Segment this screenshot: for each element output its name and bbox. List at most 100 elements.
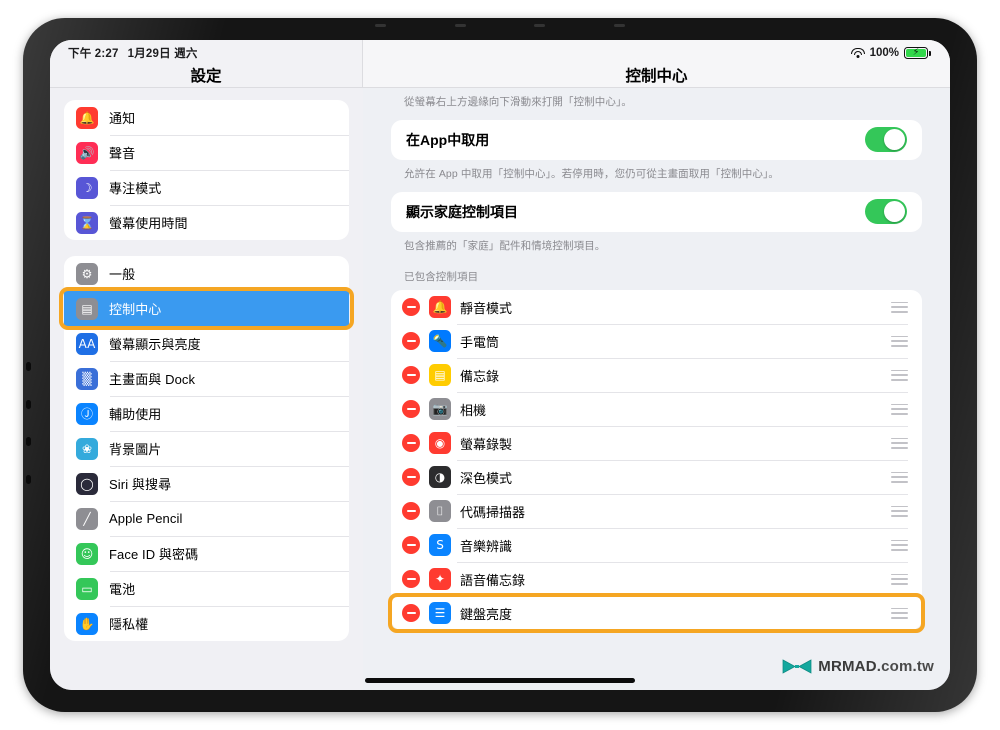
control-item-voice-memos[interactable]: ✦ 語音備忘錄: [391, 562, 922, 596]
control-center-detail-pane: 控制中心 從螢幕右上方邊緣向下滑動來打開「控制中心」。 在App中取用 允許在 A…: [363, 40, 950, 690]
control-item-screen-recording[interactable]: ◉ 螢幕錄製: [391, 426, 922, 460]
top-microphone-dots: [375, 22, 625, 28]
sidebar-item-screen-time[interactable]: ⌛ 螢幕使用時間: [64, 205, 349, 240]
apple-pencil-icon: ╱: [76, 507, 98, 530]
control-item-label: 音樂辨識: [460, 538, 513, 554]
remove-control-button[interactable]: [402, 298, 420, 317]
sidebar-item-battery-settings[interactable]: ▭ 電池: [64, 571, 349, 606]
sidebar-item-focus[interactable]: ☽ 專注模式: [64, 170, 349, 205]
focus-icon: ☽: [76, 176, 98, 199]
sidebar-item-label: Siri 與搜尋: [109, 477, 172, 492]
display-brightness-icon: AA: [76, 332, 98, 355]
silent-mode-icon: 🔔: [429, 296, 451, 319]
sidebar-item-label: 通知: [109, 111, 136, 126]
reorder-drag-handle[interactable]: [891, 573, 908, 585]
sidebar-item-label: 背景圖片: [109, 442, 162, 457]
status-bar-right: 100% ⚡: [850, 47, 931, 59]
reorder-drag-handle[interactable]: [891, 505, 908, 517]
setting-card-1: 顯示家庭控制項目: [391, 191, 922, 232]
sidebar-item-label: Face ID 與密碼: [109, 547, 199, 562]
setting-label: 顯示家庭控制項目: [406, 203, 518, 220]
notes-icon: ▤: [429, 364, 451, 387]
setting-toggle-switch[interactable]: [865, 127, 907, 153]
sidebar-item-accessibility[interactable]: Ⓙ 輔助使用: [64, 396, 349, 431]
sidebar-item-label: 專注模式: [109, 181, 162, 196]
watermark-text: MRMAD.com.tw: [818, 658, 934, 675]
home-screen-dock-icon: ▒: [76, 367, 98, 390]
setting-card-0: 在App中取用: [391, 119, 922, 160]
battery-percent-label: 100%: [869, 47, 899, 59]
sidebar-item-wallpaper[interactable]: ❀ 背景圖片: [64, 431, 349, 466]
remove-control-button[interactable]: [402, 536, 420, 555]
intro-note: 從螢幕右上方邊緣向下滑動來打開「控制中心」。: [404, 96, 632, 108]
control-item-label: 螢幕錄製: [460, 436, 513, 452]
sidebar-item-control-center[interactable]: ▤ 控制中心: [64, 291, 349, 326]
notifications-icon: 🔔: [76, 106, 98, 129]
control-item-shazam[interactable]: S 音樂辨識: [391, 528, 922, 562]
sidebar-item-label: 主畫面與 Dock: [109, 372, 196, 387]
sidebar-scroll-area[interactable]: 🔔 通知 🔊 聲音 ☽ 專注模式 ⌛ 螢幕使用時間 ⚙ 一般 ▤ 控制中心 AA 螢幕顯示與亮度 ▒ 主畫面與…: [50, 88, 363, 668]
sidebar-item-privacy[interactable]: ✋ 隱私權: [64, 606, 349, 641]
control-center-settings-list: 在App中取用 允許在 App 中取用「控制中心」。若停用時，您仍可從主畫面取用「…: [391, 119, 922, 264]
sidebar-item-notifications[interactable]: 🔔 通知: [64, 100, 349, 135]
ipad-screen: 設定 🔔 通知 🔊 聲音 ☽ 專注模式 ⌛ 螢幕使用時間 ⚙ 一般 ▤ 控制中心 AA 螢幕顯示與亮度 ▒ 主…: [50, 40, 950, 690]
remove-control-button[interactable]: [402, 366, 420, 385]
control-item-code-scanner[interactable]: ⌷ 代碼掃描器: [391, 494, 922, 528]
sidebar-item-home-screen-dock[interactable]: ▒ 主畫面與 Dock: [64, 361, 349, 396]
remove-control-button[interactable]: [402, 434, 420, 453]
remove-control-button[interactable]: [402, 570, 420, 589]
remove-control-button[interactable]: [402, 400, 420, 419]
sidebar-item-display-brightness[interactable]: AA 螢幕顯示與亮度: [64, 326, 349, 361]
control-item-label: 深色模式: [460, 470, 513, 486]
reorder-drag-handle[interactable]: [891, 369, 908, 381]
remove-control-button[interactable]: [402, 468, 420, 487]
reorder-drag-handle[interactable]: [891, 607, 908, 619]
remove-control-button[interactable]: [402, 332, 420, 351]
sidebar-item-general-gear[interactable]: ⚙ 一般: [64, 256, 349, 291]
control-item-notes[interactable]: ▤ 備忘錄: [391, 358, 922, 392]
privacy-icon: ✋: [76, 612, 98, 635]
remove-control-button[interactable]: [402, 502, 420, 521]
reorder-drag-handle[interactable]: [891, 403, 908, 415]
screen-time-icon: ⌛: [76, 211, 98, 234]
wallpaper-icon: ❀: [76, 437, 98, 460]
control-item-keyboard-brightness[interactable]: ☰ 鍵盤亮度: [391, 596, 922, 630]
sidebar-item-label: 一般: [109, 267, 136, 282]
reorder-drag-handle[interactable]: [891, 301, 908, 313]
setting-label: 在App中取用: [406, 131, 490, 148]
control-item-camera[interactable]: 📷 相機: [391, 392, 922, 426]
sidebar-item-label: 隱私權: [109, 617, 149, 632]
control-item-flashlight[interactable]: 🔦 手電筒: [391, 324, 922, 358]
setting-toggle-switch[interactable]: [865, 199, 907, 224]
control-item-label: 靜音模式: [460, 300, 513, 316]
detail-scroll-area[interactable]: 從螢幕右上方邊緣向下滑動來打開「控制中心」。 在App中取用 允許在 App 中取…: [363, 88, 950, 668]
watermark-brand: MRMAD: [818, 658, 877, 675]
reorder-drag-handle[interactable]: [891, 437, 908, 449]
setting-row-0[interactable]: 在App中取用: [391, 120, 922, 160]
reorder-drag-handle[interactable]: [891, 471, 908, 483]
control-item-silent-mode[interactable]: 🔔 靜音模式: [391, 290, 922, 324]
sidebar-item-sounds[interactable]: 🔊 聲音: [64, 135, 349, 170]
reorder-drag-handle[interactable]: [891, 539, 908, 551]
face-id-icon: ☺: [76, 542, 98, 565]
remove-control-button[interactable]: [402, 604, 420, 623]
sidebar-item-label: 輔助使用: [109, 407, 162, 422]
sidebar-item-face-id[interactable]: ☺ Face ID 與密碼: [64, 536, 349, 571]
flashlight-icon: 🔦: [429, 330, 451, 353]
home-indicator[interactable]: [365, 678, 635, 683]
setting-row-1[interactable]: 顯示家庭控制項目: [391, 192, 922, 232]
watermark-tld: .com.tw: [876, 658, 934, 675]
sidebar-item-apple-pencil[interactable]: ╱ Apple Pencil: [64, 501, 349, 536]
sidebar-item-label: 聲音: [109, 146, 136, 161]
status-bar: 下午 2:27 1月29日 週六 100% ⚡: [50, 40, 950, 66]
keyboard-brightness-icon: ☰: [429, 602, 451, 625]
wifi-icon: [850, 47, 865, 59]
screenshot-stage: 設定 🔔 通知 🔊 聲音 ☽ 專注模式 ⌛ 螢幕使用時間 ⚙ 一般 ▤ 控制中心 AA 螢幕顯示與亮度 ▒ 主…: [0, 0, 1000, 730]
status-bar-left: 下午 2:27 1月29日 週六: [68, 45, 198, 61]
battery-charging-icon: ⚡: [904, 47, 931, 59]
reorder-drag-handle[interactable]: [891, 335, 908, 347]
sidebar-item-siri-search[interactable]: ◯ Siri 與搜尋: [64, 466, 349, 501]
shazam-icon: S: [429, 534, 451, 557]
control-item-dark-mode[interactable]: ◑ 深色模式: [391, 460, 922, 494]
control-item-label: 相機: [460, 402, 487, 418]
